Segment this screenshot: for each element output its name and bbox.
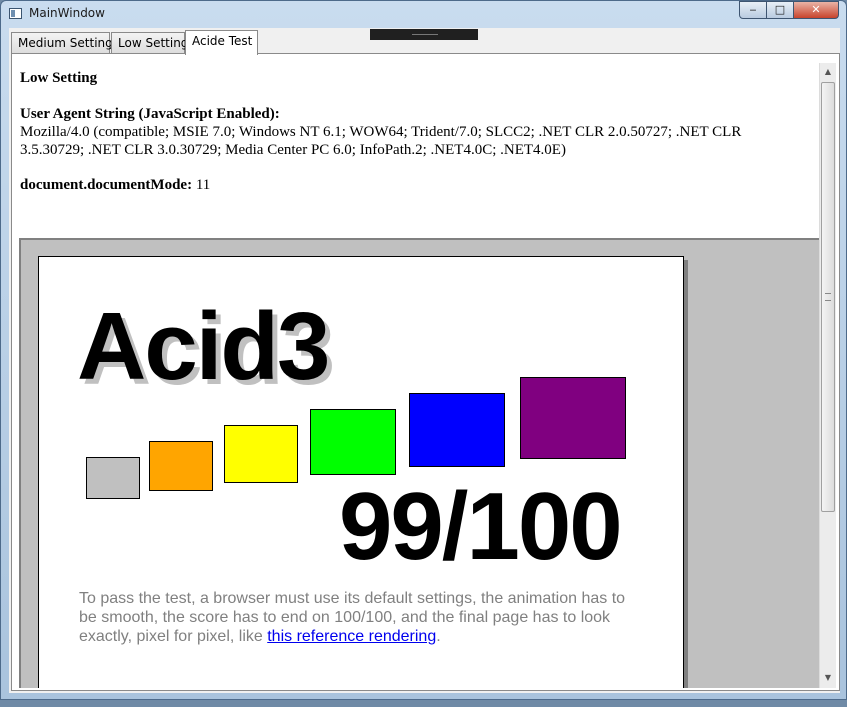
acid3-title: Acid3: [77, 293, 330, 400]
scroll-down-arrow-icon[interactable]: ▼: [820, 669, 836, 686]
user-agent-line-1: Mozilla/4.0 (compatible; MSIE 7.0; Windo…: [20, 124, 742, 140]
document-mode-value: 11: [195, 177, 211, 193]
bucket-5: [409, 393, 505, 467]
bucket-2: [149, 441, 213, 491]
vertical-scrollbar[interactable]: ▲ ▼: [819, 63, 836, 688]
web-browser-view[interactable]: Low Setting User Agent String (JavaScrip…: [14, 63, 836, 688]
maximize-button[interactable]: □: [766, 1, 794, 19]
window-title: MainWindow: [29, 6, 105, 20]
bucket-4: [310, 409, 396, 475]
close-button[interactable]: ✕: [793, 1, 839, 19]
page-content: Low Setting User Agent String (JavaScrip…: [14, 63, 824, 688]
tab-medium-setting[interactable]: Medium Setting: [11, 32, 113, 54]
acid3-score: 99/100: [339, 473, 623, 580]
document-mode-line: document.documentMode: 11: [20, 177, 210, 194]
app-window-icon: [9, 8, 22, 19]
document-mode-label: document.documentMode:: [20, 177, 193, 193]
tab-acide-test[interactable]: Acide Test: [185, 30, 258, 55]
client-area: Medium Setting Low Setting Acide Test Lo…: [9, 28, 840, 693]
minimize-button[interactable]: ‒: [739, 1, 767, 19]
drag-grip-handle[interactable]: [370, 29, 478, 40]
user-agent-label: User Agent String (JavaScript Enabled):: [20, 106, 280, 122]
title-bar[interactable]: MainWindow ‒ □ ✕: [1, 1, 846, 27]
acid3-frame: Acid3 99/100 To pass the test, a browser…: [19, 238, 824, 688]
user-agent-line-2: 3.5.30729; .NET CLR 3.0.30729; Media Cen…: [20, 142, 566, 158]
reference-rendering-link[interactable]: this reference rendering: [267, 628, 436, 645]
scroll-up-arrow-icon[interactable]: ▲: [820, 63, 836, 80]
page-heading: Low Setting: [20, 70, 98, 86]
acid3-test-box: Acid3 99/100 To pass the test, a browser…: [38, 256, 684, 688]
bucket-1: [86, 457, 140, 499]
bucket-6: [520, 377, 626, 459]
tab-low-setting[interactable]: Low Setting: [111, 32, 188, 54]
acid3-description: To pass the test, a browser must use its…: [79, 589, 644, 646]
description-end: .: [436, 628, 441, 645]
scrollbar-thumb[interactable]: [821, 82, 835, 512]
tab-panel: Low Setting User Agent String (JavaScrip…: [11, 53, 840, 691]
main-window: MainWindow ‒ □ ✕ Medium Setting Low Sett…: [0, 0, 847, 700]
bucket-3: [224, 425, 298, 483]
